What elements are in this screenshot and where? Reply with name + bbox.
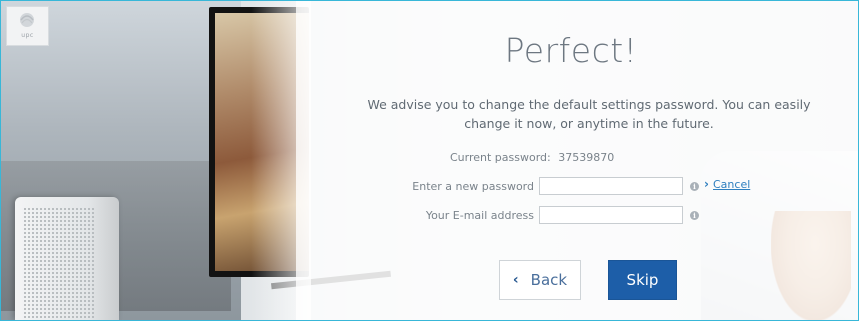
chevron-right-icon: › [704,177,709,191]
modem-grille [23,207,95,319]
current-password-value: 37539870 [558,151,615,164]
logo-text: upc [21,32,34,39]
router-setup-window: upc Perfect! We advise you to change the… [0,0,859,321]
email-label: Your E-mail address [425,209,534,222]
back-button[interactable]: ‹ Back [499,260,581,300]
info-icon[interactable]: i [690,182,699,191]
upc-logo-icon [20,13,34,27]
background-modem [15,197,119,320]
skip-button-label: Skip [626,271,659,289]
advice-message: We advise you to change the default sett… [367,97,811,131]
back-button-label: Back [530,271,568,289]
chevron-left-icon: ‹ [512,272,519,288]
upc-logo: upc [6,6,49,46]
skip-button[interactable]: Skip [608,260,677,300]
new-password-input[interactable] [539,177,683,195]
email-input[interactable] [539,206,683,224]
new-password-label: Enter a new password [412,180,534,193]
current-password-label: Current password: [450,151,551,164]
page-title: Perfect! [504,31,638,70]
current-password-row: Current password: 37539870 [450,151,614,164]
info-icon[interactable]: i [690,211,699,220]
cancel-link[interactable]: Cancel [713,178,750,191]
